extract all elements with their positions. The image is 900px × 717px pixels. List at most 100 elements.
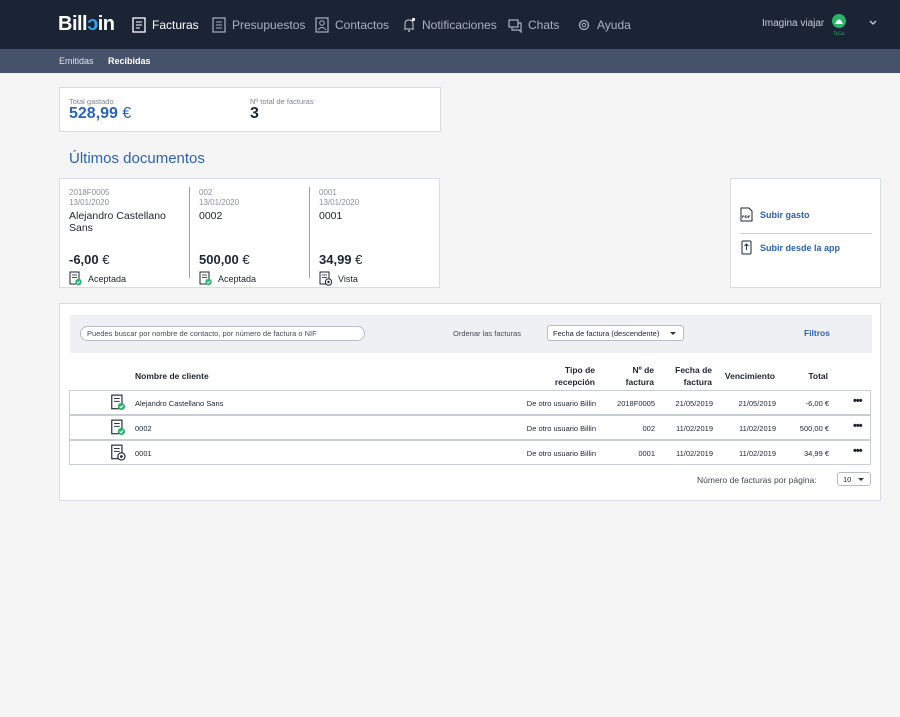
search-input[interactable]: Puedes buscar por nombre de contacto, po… (80, 326, 365, 341)
viewed-icon (111, 444, 126, 461)
per-page-select[interactable]: 10 (837, 472, 871, 486)
cell-total: 34,99 € (803, 449, 829, 458)
cell-total: -6,00 € (805, 399, 829, 408)
accepted-icon (111, 419, 126, 436)
sub-navbar: Emitidas Recibidas (0, 49, 900, 73)
doc-separator (309, 187, 310, 278)
header-client[interactable]: Nombre de cliente (135, 370, 209, 382)
doc-status: Aceptada (69, 271, 189, 286)
cell-number: 2018F0005 (617, 399, 655, 408)
tab-recibidas[interactable]: Recibidas (108, 56, 151, 66)
cell-client: 0001 (135, 449, 152, 458)
more-options-icon[interactable]: ••• (853, 445, 863, 457)
doc-amount: 500,00 € (199, 252, 250, 267)
nav-ayuda-label: Ayuda (597, 18, 631, 32)
order-select[interactable]: Fecha de factura (descendente) (547, 325, 684, 341)
cell-date: 21/05/2019 (675, 399, 713, 408)
total-spent-value: 528,99 € (69, 105, 132, 122)
table-row[interactable]: 0001 De otro usuario Billin 0001 11/02/2… (69, 440, 871, 465)
per-page-label: Número de facturas por página: (697, 475, 817, 485)
nav-notificaciones-label: Notificaciones (422, 18, 497, 32)
doc-number: 002 (199, 188, 213, 197)
more-options-icon[interactable]: ••• (853, 395, 863, 407)
nav-presupuestos-label: Presupuestos (232, 18, 306, 32)
chevron-down-icon[interactable] (868, 18, 878, 28)
accepted-icon (111, 394, 126, 411)
viewed-icon (319, 271, 332, 286)
cell-due: 11/02/2019 (739, 449, 776, 458)
doc-status: Vista (319, 271, 439, 286)
cell-number: 0001 (638, 449, 655, 458)
budget-icon (212, 17, 226, 33)
nav-chats[interactable]: Chats (508, 14, 559, 36)
cell-reception: De otro usuario Billin (526, 449, 596, 458)
nav-facturas-label: Facturas (152, 18, 199, 32)
nav-notificaciones[interactable]: Notificaciones (402, 14, 497, 36)
recent-doc-2[interactable]: 002 13/01/2020 0002 500,00 € Aceptada (199, 188, 319, 286)
upload-from-app-button[interactable]: Subir desde la app (740, 240, 840, 255)
upload-expense-button[interactable]: PDF Subir gasto (740, 207, 810, 222)
pdf-icon: PDF (740, 207, 753, 222)
tab-emitidas[interactable]: Emitidas (59, 56, 94, 66)
doc-name: Alejandro Castellano Sans (69, 210, 166, 234)
phone-upload-icon (741, 240, 752, 255)
doc-name: 0002 (199, 210, 223, 222)
avatar-text: ToGo (833, 31, 845, 37)
help-icon (578, 19, 590, 31)
invoice-count-value: 3 (250, 105, 259, 122)
cell-reception: De otro usuario Billin (526, 399, 596, 408)
nav-chats-label: Chats (528, 18, 560, 32)
header-number[interactable]: Nº de factura (604, 364, 654, 388)
doc-amount: 34,99 € (319, 252, 363, 267)
table-row[interactable]: Alejandro Castellano Sans De otro usuari… (69, 390, 871, 415)
nav-contactos[interactable]: Contactos (315, 14, 389, 36)
nav-contactos-label: Contactos (335, 18, 390, 32)
svg-text:PDF: PDF (742, 214, 751, 219)
nav-ayuda[interactable]: Ayuda (577, 14, 631, 36)
nav-facturas[interactable]: Facturas (132, 14, 199, 36)
chat-icon (508, 19, 522, 33)
accepted-icon (199, 271, 212, 286)
invoice-count-label: Nº total de facturas (250, 97, 314, 106)
recent-documents-title: Últimos documentos (69, 150, 205, 167)
cell-client: Alejandro Castellano Sans (135, 399, 224, 408)
doc-amount: -6,00 € (69, 252, 110, 267)
bell-icon (404, 17, 416, 32)
caret-down-icon (670, 332, 676, 335)
contacts-icon (315, 17, 329, 33)
doc-status: Aceptada (199, 271, 319, 286)
more-options-icon[interactable]: ••• (853, 420, 863, 432)
caret-down-icon (858, 478, 864, 481)
company-avatar[interactable]: ToGo (829, 13, 849, 37)
recent-doc-1[interactable]: 2018F0005 13/01/2020 Alejandro Castellan… (69, 188, 189, 286)
header-total[interactable]: Total (790, 370, 828, 382)
recent-doc-3[interactable]: 0001 13/01/2020 0001 34,99 € Vista (319, 188, 439, 286)
cell-reception: De otro usuario Billin (526, 424, 596, 433)
doc-name: 0001 (319, 210, 343, 222)
user-name[interactable]: Imagina viajar (762, 18, 824, 29)
header-due[interactable]: Vencimiento (715, 370, 775, 382)
doc-number: 0001 (319, 188, 337, 197)
upload-divider (740, 233, 872, 234)
table-row[interactable]: 0002 De otro usuario Billin 002 11/02/20… (69, 415, 871, 440)
billin-logo[interactable]: Billↄin (58, 13, 115, 36)
header-date[interactable]: Fecha de factura (662, 364, 712, 388)
nav-presupuestos[interactable]: Presupuestos (212, 14, 305, 36)
filters-link[interactable]: Filtros (804, 328, 830, 338)
doc-separator (189, 187, 190, 278)
doc-date: 13/01/2020 (199, 198, 240, 207)
doc-date: 13/01/2020 (319, 198, 360, 207)
header-reception[interactable]: Tipo de recepción (535, 364, 595, 388)
doc-date: 13/01/2020 (69, 198, 110, 207)
cell-number: 002 (642, 424, 655, 433)
top-navbar: Billↄin Facturas Presupuestos Contactos … (0, 0, 900, 49)
cell-total: 500,00 € (799, 424, 829, 433)
cell-client: 0002 (135, 424, 152, 433)
order-label: Ordenar las facturas (453, 329, 521, 338)
cell-due: 11/02/2019 (739, 424, 776, 433)
accepted-icon (69, 271, 82, 286)
invoice-icon (132, 17, 146, 33)
cell-date: 11/02/2019 (676, 449, 713, 458)
doc-number: 2018F0005 (69, 188, 110, 197)
cell-date: 11/02/2019 (676, 424, 713, 433)
